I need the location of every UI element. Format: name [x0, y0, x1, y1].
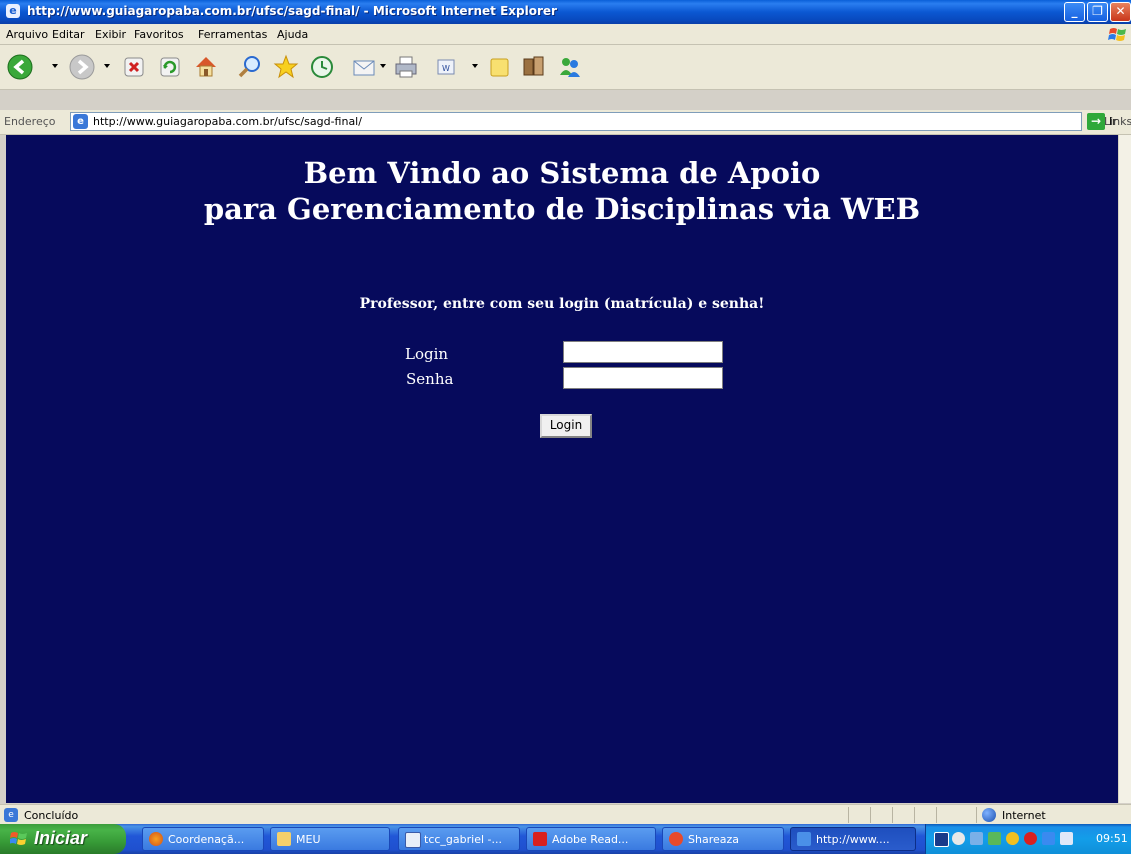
- print-icon[interactable]: [392, 53, 420, 81]
- menu-ferramentas[interactable]: Ferramentas: [198, 28, 267, 41]
- menu-favoritos[interactable]: Favoritos: [134, 28, 184, 41]
- search-icon[interactable]: [236, 53, 264, 81]
- discuss-icon[interactable]: [486, 53, 514, 81]
- internet-zone-icon: [982, 808, 996, 822]
- page-icon: e: [73, 114, 88, 129]
- forward-dropdown-icon[interactable]: [104, 64, 110, 68]
- mail-icon[interactable]: [350, 53, 378, 81]
- menu-exibir[interactable]: Exibir: [95, 28, 126, 41]
- svg-text:W: W: [442, 64, 450, 73]
- window-title: http://www.guiagaropaba.com.br/ufsc/sagd…: [27, 4, 557, 18]
- address-url[interactable]: http://www.guiagaropaba.com.br/ufsc/sagd…: [93, 115, 362, 128]
- links-bar: Links: [1100, 110, 1131, 134]
- password-input[interactable]: [563, 367, 723, 389]
- network-tray-icon[interactable]: [952, 832, 965, 845]
- taskbar-item-label: http://www....: [816, 833, 890, 846]
- research-icon[interactable]: [520, 53, 548, 81]
- address-label: Endereço: [4, 115, 56, 128]
- internet-explorer-icon: e: [6, 4, 20, 18]
- antivirus-tray-icon[interactable]: [1024, 832, 1037, 845]
- help-tray-icon[interactable]: [934, 832, 949, 847]
- page-title-line-2: para Gerenciamento de Disciplinas via WE…: [203, 192, 921, 226]
- internet-explorer-icon: [797, 832, 811, 846]
- menu-bar: Arquivo Editar Exibir Favoritos Ferramen…: [0, 24, 1131, 45]
- forward-icon[interactable]: [68, 53, 96, 81]
- standard-toolbar: W: [0, 45, 1131, 90]
- minimize-button[interactable]: _: [1064, 2, 1085, 22]
- shareaza-icon: [669, 832, 683, 846]
- taskbar-item-label: Coordenaçã...: [168, 833, 245, 846]
- start-label: Iniciar: [34, 828, 88, 848]
- page-content: Bem Vindo ao Sistema de Apoio para Geren…: [6, 135, 1118, 803]
- taskbar-item-shareaza[interactable]: Shareaza: [662, 827, 784, 851]
- folder-icon: [277, 832, 291, 846]
- page-title-line-1: Bem Vindo ao Sistema de Apoio: [303, 156, 821, 190]
- edit-dropdown-icon[interactable]: [472, 64, 478, 68]
- status-bar: e Concluído Internet: [0, 804, 1131, 825]
- status-separator: [914, 807, 915, 823]
- home-icon[interactable]: [192, 53, 220, 81]
- windows-logo-icon: [10, 832, 27, 845]
- security-tray-icon[interactable]: [1006, 832, 1019, 845]
- password-label: Senha: [406, 370, 454, 388]
- close-button[interactable]: ✕: [1110, 2, 1131, 22]
- taskbar-item-label: tcc_gabriel -...: [424, 833, 502, 846]
- status-text: Concluído: [24, 809, 79, 822]
- menu-arquivo[interactable]: Arquivo: [6, 28, 48, 41]
- login-label: Login: [405, 345, 449, 363]
- messenger-icon[interactable]: [556, 53, 584, 81]
- taskbar-clock[interactable]: 09:51: [1096, 832, 1128, 845]
- back-icon[interactable]: [6, 53, 34, 81]
- history-icon[interactable]: [308, 53, 336, 81]
- address-input[interactable]: e http://www.guiagaropaba.com.br/ufsc/sa…: [70, 112, 1082, 131]
- status-separator: [892, 807, 893, 823]
- login-instructions: Professor, entre com seu login (matrícul…: [359, 296, 765, 312]
- firefox-icon: [149, 832, 163, 846]
- taskbar-item-label: Adobe Read...: [552, 833, 629, 846]
- taskbar: Iniciar Coordenaçã... MEU tcc_gabriel -.…: [0, 824, 1131, 854]
- taskbar-item-word[interactable]: tcc_gabriel -...: [398, 827, 520, 851]
- maximize-button[interactable]: ❐: [1087, 2, 1108, 22]
- refresh-icon[interactable]: [156, 53, 184, 81]
- links-label[interactable]: Links: [1104, 115, 1131, 128]
- taskbar-item-folder[interactable]: MEU: [270, 827, 390, 851]
- menu-ajuda[interactable]: Ajuda: [277, 28, 308, 41]
- window-title-bar[interactable]: e http://www.guiagaropaba.com.br/ufsc/sa…: [0, 0, 1131, 24]
- word-document-icon: [405, 832, 421, 848]
- start-button[interactable]: Iniciar: [0, 824, 126, 854]
- status-separator: [848, 807, 849, 823]
- taskbar-item-label: Shareaza: [688, 833, 739, 846]
- mail-dropdown-icon[interactable]: [380, 64, 386, 68]
- status-separator: [976, 807, 977, 823]
- vertical-scrollbar[interactable]: [1118, 135, 1131, 803]
- system-tray: 09:51: [925, 824, 1131, 854]
- messenger-tray-icon[interactable]: [970, 832, 983, 845]
- taskbar-item-adobe-reader[interactable]: Adobe Read...: [526, 827, 656, 851]
- status-separator: [870, 807, 871, 823]
- page-loaded-icon: e: [4, 808, 18, 822]
- taskbar-item-internet-explorer[interactable]: http://www....: [790, 827, 916, 851]
- user-tray-icon[interactable]: [988, 832, 1001, 845]
- security-zone: Internet: [1002, 809, 1046, 822]
- taskbar-item-firefox[interactable]: Coordenaçã...: [142, 827, 264, 851]
- address-bar: Endereço e http://www.guiagaropaba.com.b…: [0, 110, 1131, 135]
- adobe-reader-icon: [533, 832, 547, 846]
- edit-icon[interactable]: W: [432, 53, 460, 81]
- stop-icon[interactable]: [120, 53, 148, 81]
- login-button[interactable]: Login: [540, 414, 592, 438]
- display-tray-icon[interactable]: [1060, 832, 1073, 845]
- login-input[interactable]: [563, 341, 723, 363]
- taskbar-item-label: MEU: [296, 833, 321, 846]
- status-separator: [936, 807, 937, 823]
- menu-editar[interactable]: Editar: [52, 28, 85, 41]
- windows-logo-icon: [1108, 28, 1126, 41]
- back-dropdown-icon[interactable]: [52, 64, 58, 68]
- favorites-icon[interactable]: [272, 53, 300, 81]
- update-tray-icon[interactable]: [1042, 832, 1055, 845]
